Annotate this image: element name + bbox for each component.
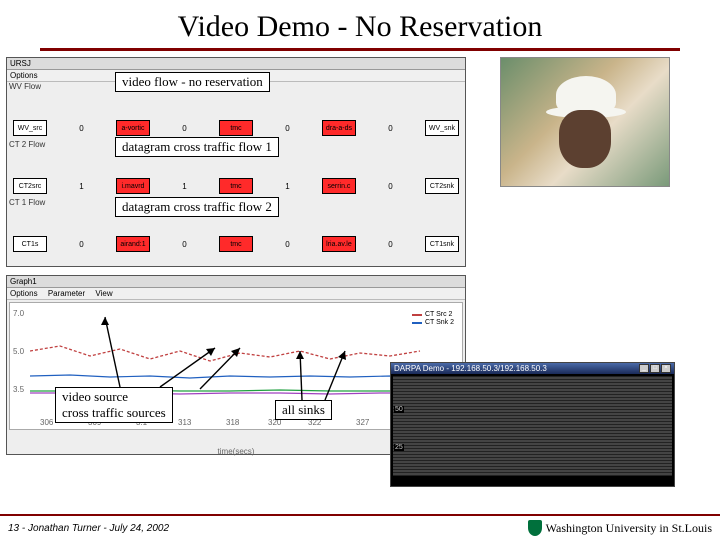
edge-label: 0: [182, 124, 186, 133]
edge-label: 0: [79, 124, 83, 133]
node[interactable]: i.mavrd: [116, 178, 150, 194]
node[interactable]: tmc: [219, 236, 253, 252]
window-title: URSJ: [10, 59, 31, 68]
ytick: 7.0: [13, 309, 24, 318]
darpa-plot: 50 25: [393, 376, 672, 476]
node-src[interactable]: CT1s: [13, 236, 47, 252]
ytick: 25: [394, 444, 404, 451]
footer-left: 13 - Jonathan Turner - July 24, 2002: [8, 523, 169, 534]
edge-label: 0: [285, 240, 289, 249]
menu-item[interactable]: Parameter: [48, 289, 85, 298]
node-snk[interactable]: CT1snk: [425, 236, 459, 252]
xtick: 318: [226, 418, 239, 427]
menu-item[interactable]: Options: [10, 289, 38, 298]
darpa-window: DARPA Demo - 192.168.50.3/192.168.50.3 _…: [390, 362, 675, 487]
edge-label: 1: [182, 182, 186, 191]
face-shape: [559, 110, 611, 168]
node[interactable]: lria.av.le: [322, 236, 356, 252]
close-button[interactable]: ×: [661, 364, 671, 373]
node[interactable]: tmc: [219, 178, 253, 194]
node[interactable]: a-vortic: [116, 120, 150, 136]
footer-right: Washington University in St.Louis: [528, 520, 712, 536]
xtick: 313: [178, 418, 191, 427]
maximize-button[interactable]: □: [650, 364, 660, 373]
ytick: 3.5: [13, 385, 24, 394]
title-divider: [40, 48, 680, 51]
window-titlebar[interactable]: Graph1: [7, 276, 465, 288]
edge-label: 0: [388, 124, 392, 133]
xtick: 327: [356, 418, 369, 427]
node[interactable]: tmc: [219, 120, 253, 136]
shield-icon: [528, 520, 542, 536]
edge-label: 0: [388, 240, 392, 249]
legend-entry: CT Snk 2: [425, 319, 454, 326]
node-snk[interactable]: CT2snk: [425, 178, 459, 194]
node[interactable]: airand:1: [116, 236, 150, 252]
menu-item[interactable]: View: [95, 289, 112, 298]
window-controls: _ □ ×: [639, 364, 671, 373]
edge-label: 0: [182, 240, 186, 249]
edge-label: 1: [79, 182, 83, 191]
window-titlebar[interactable]: DARPA Demo - 192.168.50.3/192.168.50.3 _…: [391, 363, 674, 374]
ytick: 50: [394, 406, 404, 413]
edge-label: 0: [388, 182, 392, 191]
window-title: Graph1: [10, 277, 37, 286]
ytick: 5.0: [13, 347, 24, 356]
node-src[interactable]: WV_src: [13, 120, 47, 136]
window-title: DARPA Demo - 192.168.50.3/192.168.50.3: [394, 364, 547, 373]
menu-options[interactable]: Options: [10, 71, 38, 80]
label-video-source: video source cross traffic sources: [55, 387, 173, 423]
legend-entry: CT Src 2: [425, 311, 453, 318]
window-menubar[interactable]: Options Parameter View: [7, 288, 465, 300]
node-snk[interactable]: WV_snk: [425, 120, 459, 136]
node[interactable]: serrin.c: [322, 178, 356, 194]
xtick: 306: [40, 418, 53, 427]
edge-label: 0: [285, 124, 289, 133]
slide-title: Video Demo - No Reservation: [0, 0, 720, 48]
overlay-video-flow: video flow - no reservation: [115, 72, 270, 92]
row-side-label: CT 2 Flow: [7, 140, 45, 149]
row-side-label: WV Flow: [7, 82, 41, 91]
chart-legend: CT Src 2 CT Snk 2: [410, 309, 456, 329]
window-titlebar[interactable]: URSJ: [7, 58, 465, 70]
slide-footer: 13 - Jonathan Turner - July 24, 2002 Was…: [0, 514, 720, 540]
minimize-button[interactable]: _: [639, 364, 649, 373]
node-src[interactable]: CT2src: [13, 178, 47, 194]
node[interactable]: dra-a-ds: [322, 120, 356, 136]
row-side-label: CT 1 Flow: [7, 198, 45, 207]
edge-label: 1: [285, 182, 289, 191]
content-area: URSJ Options WV Flow WV_src 0 a-vortic 0…: [0, 57, 720, 497]
label-all-sinks: all sinks: [275, 400, 332, 420]
edge-label: 0: [79, 240, 83, 249]
flow-rows: WV Flow WV_src 0 a-vortic 0 tmc 0 dra-a-…: [7, 82, 465, 256]
video-thumbnail: [500, 57, 670, 187]
overlay-ct1: datagram cross traffic flow 1: [115, 137, 279, 157]
overlay-ct2: datagram cross traffic flow 2: [115, 197, 279, 217]
